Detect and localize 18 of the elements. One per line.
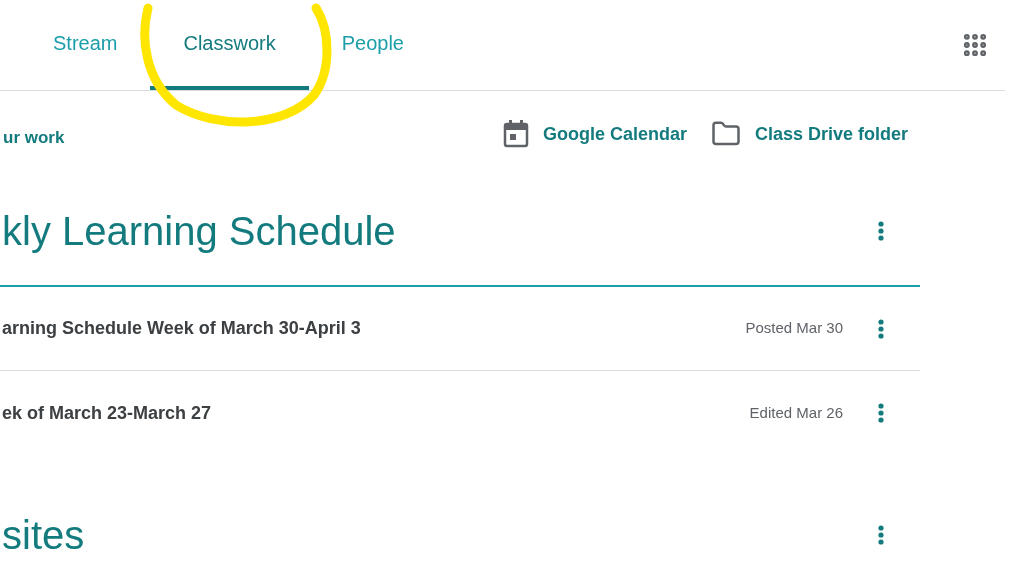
topic-title: sites (1, 512, 85, 559)
assignment-title[interactable]: arning Schedule Week of March 30-April 3 (0, 315, 361, 342)
view-your-work-link[interactable]: ur work (0, 117, 65, 151)
toolbar-link[interactable]: Google Calendar (542, 120, 687, 148)
tab[interactable]: Stream (20, 0, 151, 90)
assignment-title[interactable]: ek of March 23-March 27 (0, 399, 212, 427)
topic-title: kly Learning Schedule (1, 208, 396, 255)
apps-grid-icon (961, 31, 989, 59)
calendar-icon (502, 120, 529, 148)
post-date: Edited Mar 26 (749, 402, 843, 423)
toolbar-link[interactable]: Class Drive folder (754, 120, 908, 148)
post-date: Posted Mar 30 (745, 318, 843, 339)
more-vert-icon (878, 221, 884, 241)
more-vert-icon (878, 525, 884, 545)
more-vert-icon (878, 403, 884, 423)
tab[interactable]: Classwork (150, 0, 309, 90)
tab[interactable]: People (308, 0, 437, 90)
more-vert-icon (878, 318, 884, 339)
